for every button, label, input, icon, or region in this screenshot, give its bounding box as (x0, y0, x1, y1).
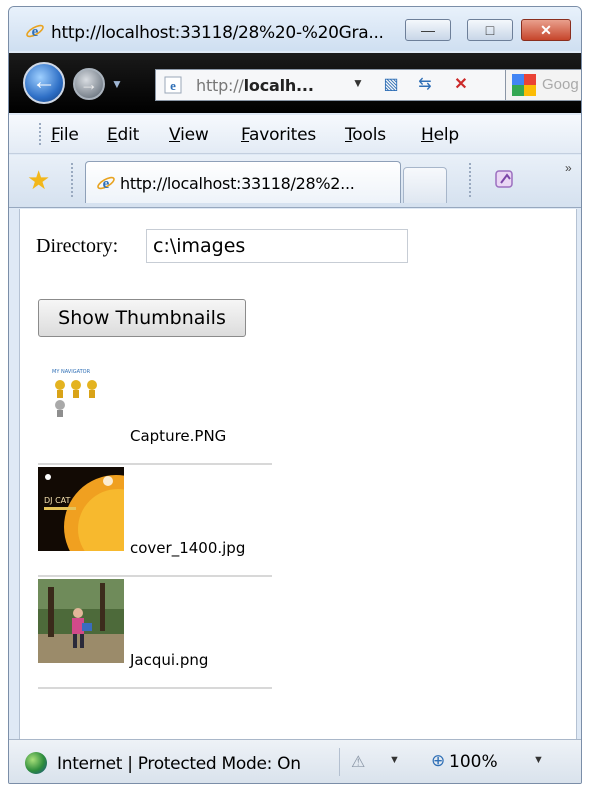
thumbnail-divider (38, 575, 272, 577)
tab-separator-right (469, 163, 473, 197)
thumbnail-filename: Capture.PNG (130, 427, 227, 445)
compatibility-view-icon[interactable]: ▧ (378, 74, 404, 96)
refresh-icon[interactable]: ⇆ (412, 74, 438, 96)
address-url: http://localh... (196, 76, 314, 95)
thumbnail-item: DJ CAT cover_1400.jpg (36, 467, 272, 577)
tab-ie-icon: e (97, 176, 115, 192)
svg-text:e: e (103, 176, 110, 192)
thumbnail-divider (38, 687, 272, 689)
menu-bar: File Edit View Favorites Tools Help (9, 115, 581, 154)
address-bar[interactable]: e http://localh... ▼ ▧ ⇆ ✕ (155, 69, 511, 101)
security-status-icon[interactable]: ⚠ (351, 752, 365, 772)
page-content: Directory: Show Thumbnails MY NAVIGATOR … (19, 209, 577, 739)
page-ie-icon: e (164, 76, 182, 94)
ie-logo-icon: e (26, 24, 44, 40)
thumbnail-filename: Jacqui.png (130, 651, 209, 669)
back-button[interactable]: ← (23, 62, 65, 104)
address-dropdown-icon[interactable]: ▼ (352, 76, 364, 90)
minimize-icon: — (421, 22, 435, 38)
new-tab-button[interactable] (403, 167, 447, 203)
thumbnail-image-jacqui[interactable] (38, 579, 124, 663)
close-button[interactable]: ✕ (521, 19, 571, 41)
svg-text:e: e (170, 78, 176, 93)
tab-title: http://localhost:33118/28%2... (120, 174, 355, 193)
search-placeholder: Goog (542, 76, 579, 93)
browser-window: e http://localhost:33118/28%20-%20Gra...… (8, 6, 582, 784)
security-zone-text[interactable]: Internet | Protected Mode: On (57, 754, 301, 774)
navigation-bar: ← → ▼ e http://localh... ▼ ▧ ⇆ ✕ Goog (9, 53, 581, 113)
web-slice-icon[interactable] (493, 167, 517, 191)
thumbnail-image-caption: MY NAVIGATOR (52, 369, 91, 375)
zoom-icon[interactable]: ⊕ (431, 751, 445, 771)
menu-view[interactable]: View (169, 125, 209, 145)
thumbnail-image-capture[interactable]: MY NAVIGATOR (38, 355, 124, 439)
thumbnail-image-cover[interactable]: DJ CAT (38, 467, 124, 551)
status-separator (339, 748, 340, 776)
tab-active[interactable]: e http://localhost:33118/28%2... (85, 161, 401, 203)
title-bar: e http://localhost:33118/28%20-%20Gra...… (9, 7, 581, 51)
thumbnail-divider (38, 463, 272, 465)
directory-label: Directory: (36, 235, 119, 257)
window-title: http://localhost:33118/28%20-%20Gra... (51, 23, 384, 43)
menu-help[interactable]: Help (421, 125, 459, 145)
thumbnail-item: Jacqui.png (36, 579, 272, 689)
forward-arrow-icon: → (80, 74, 98, 94)
menu-grip (39, 123, 44, 145)
thumbnail-item: MY NAVIGATOR Capture.PNG (36, 355, 272, 465)
svg-text:e: e (32, 24, 39, 40)
tab-bar: ★ e http://localhost:33118/28%2... » (9, 155, 581, 208)
show-thumbnails-button[interactable]: Show Thumbnails (38, 299, 246, 337)
recent-pages-dropdown[interactable]: ▼ (111, 77, 123, 91)
stop-icon[interactable]: ✕ (448, 74, 474, 96)
menu-favorites[interactable]: Favorites (241, 125, 316, 145)
internet-globe-icon (25, 752, 47, 774)
menu-file[interactable]: File (51, 125, 79, 145)
zoom-level[interactable]: 100% (449, 752, 498, 772)
zoom-dropdown-icon[interactable]: ▼ (533, 754, 544, 766)
directory-input[interactable] (146, 229, 408, 263)
favorites-star-icon[interactable]: ★ (27, 165, 50, 195)
thumbnail-image-caption: DJ CAT (44, 496, 71, 505)
maximize-icon: □ (485, 22, 495, 38)
menu-edit[interactable]: Edit (107, 125, 139, 145)
tab-separator (71, 163, 75, 197)
menu-tools[interactable]: Tools (345, 125, 386, 145)
maximize-button[interactable]: □ (467, 19, 513, 41)
search-box[interactable]: Goog (505, 69, 581, 101)
security-dropdown-icon[interactable]: ▼ (389, 754, 400, 766)
back-arrow-icon: ← (32, 68, 56, 95)
thumbnail-filename: cover_1400.jpg (130, 539, 246, 557)
google-logo-icon (512, 74, 536, 96)
toolbar-overflow-icon[interactable]: » (565, 161, 572, 175)
close-icon: ✕ (540, 22, 552, 38)
status-bar: Internet | Protected Mode: On ⚠ ▼ ⊕ 100%… (9, 739, 581, 783)
forward-button[interactable]: → (73, 68, 105, 100)
minimize-button[interactable]: — (405, 19, 451, 41)
